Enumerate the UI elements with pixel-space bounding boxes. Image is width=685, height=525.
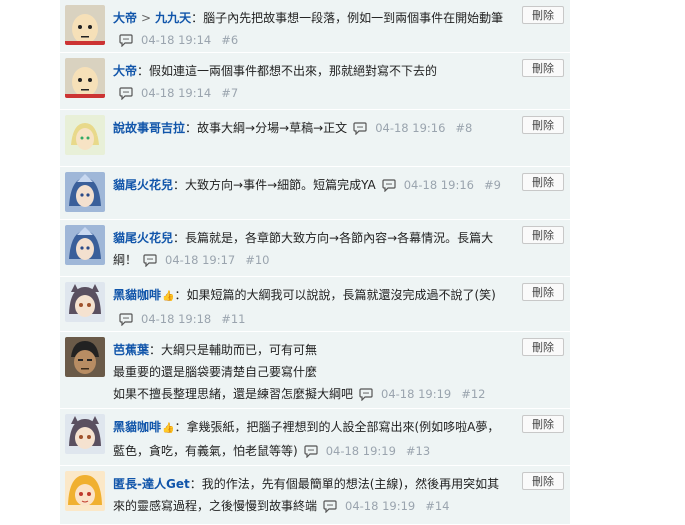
- comment-body: 黑貓咖啡👍：拿幾張紙，把腦子裡想到的人設全部寫出來(例如哆啦A夢，藍色，貪吃，有…: [113, 416, 511, 462]
- comment-item: 黑貓咖啡👍：拿幾張紙，把腦子裡想到的人設全部寫出來(例如哆啦A夢，藍色，貪吃，有…: [60, 409, 570, 466]
- comment-text: ：大致方向→事件→細節。短篇完成YA: [173, 178, 376, 192]
- avatar[interactable]: [65, 225, 105, 265]
- comment-body: 芭蕉葉：大綱只是輔助而已，可有可無 最重要的還是腦袋要清楚自己要寫什麼 如果不擅…: [113, 339, 511, 405]
- delete-button[interactable]: 刪除: [522, 116, 564, 134]
- comment-date: 04-18 19:16: [375, 121, 446, 135]
- comment-item: 說故事哥吉拉：故事大綱→分場→草稿→正文 04-18 19:16 #8 刪除: [60, 110, 570, 167]
- reply-bubble-icon[interactable]: [353, 122, 367, 135]
- comment-item: 匿長-達人Get：我的作法，先有個最簡單的想法(主線)，然後再用突如其來的靈感寫…: [60, 466, 570, 525]
- delete-button[interactable]: 刪除: [522, 173, 564, 191]
- comment-item: 貓尾火花兒：長篇就是，各章節大致方向→各節內容→各幕情況。長篇大綱！ 04-18 …: [60, 220, 570, 277]
- comment-date: 04-18 19:16: [403, 178, 474, 192]
- thumbs-up-icon: 👍: [162, 291, 175, 302]
- comment-author[interactable]: 說故事哥吉拉: [113, 121, 185, 135]
- comment-date: 04-18 19:14: [141, 33, 212, 47]
- comment-item: 大帝：假如連這一兩個事件都想不出來，那就絕對寫不下去的 04-18 19:14 #7…: [60, 53, 570, 110]
- delete-button[interactable]: 刪除: [522, 415, 564, 433]
- floor-number[interactable]: #11: [221, 312, 245, 326]
- reply-bubble-icon[interactable]: [119, 34, 133, 47]
- thumbs-up-icon: 👍: [162, 423, 175, 434]
- comment-list: 大帝 > 九九天：腦子內先把故事想一段落，例如一到兩個事件在開始動筆 04-18 1…: [60, 0, 570, 525]
- avatar[interactable]: [65, 337, 105, 377]
- comment-date: 04-18 19:19: [325, 444, 396, 458]
- delete-button[interactable]: 刪除: [522, 338, 564, 356]
- comment-date: 04-18 19:18: [141, 312, 212, 326]
- reply-bubble-icon[interactable]: [359, 388, 373, 401]
- delete-button[interactable]: 刪除: [522, 226, 564, 244]
- avatar[interactable]: [65, 282, 105, 322]
- comment-author[interactable]: 貓尾火花兒: [113, 231, 173, 245]
- comment-body: 匿長-達人Get：我的作法，先有個最簡單的想法(主線)，然後再用突如其來的靈感寫…: [113, 473, 511, 517]
- comment-date: 04-18 19:14: [141, 86, 212, 100]
- comment-text-line-3: 如果不擅長整理思緒，還是練習怎麼擬大綱吧: [113, 387, 354, 401]
- avatar[interactable]: [65, 414, 105, 454]
- avatar[interactable]: [65, 58, 105, 98]
- comment-text: ：假如連這一兩個事件都想不出來，那就絕對寫不下去的: [137, 64, 438, 78]
- comment-text: ：如果短篇的大綱我可以說說，長篇就還沒完成過不說了(笑): [174, 288, 496, 302]
- comment-item: 黑貓咖啡👍：如果短篇的大綱我可以說說，長篇就還沒完成過不說了(笑) 04-18 …: [60, 277, 570, 332]
- comment-text: ：腦子內先把故事想一段落，例如一到兩個事件在開始動筆: [191, 11, 504, 25]
- comment-body: 大帝 > 九九天：腦子內先把故事想一段落，例如一到兩個事件在開始動筆 04-18 1…: [113, 7, 511, 51]
- avatar[interactable]: [65, 5, 105, 45]
- comment-text: ：大綱只是輔助而已，可有可無: [149, 343, 318, 357]
- comment-body: 大帝：假如連這一兩個事件都想不出來，那就絕對寫不下去的 04-18 19:14 #7: [113, 60, 511, 104]
- reply-bubble-icon[interactable]: [304, 445, 318, 458]
- comment-text: ：故事大綱→分場→草稿→正文: [185, 121, 348, 135]
- comment-item: 貓尾火花兒：大致方向→事件→細節。短篇完成YA 04-18 19:16 #9 刪除: [60, 167, 570, 220]
- comment-author[interactable]: 大帝: [113, 64, 137, 78]
- reply-bubble-icon[interactable]: [143, 254, 157, 267]
- comment-body: 貓尾火花兒：長篇就是，各章節大致方向→各節內容→各幕情況。長篇大綱！ 04-18 …: [113, 227, 511, 271]
- avatar[interactable]: [65, 172, 105, 212]
- comment-item: 芭蕉葉：大綱只是輔助而已，可有可無 最重要的還是腦袋要清楚自己要寫什麼 如果不擅…: [60, 332, 570, 409]
- delete-button[interactable]: 刪除: [522, 283, 564, 301]
- delete-button[interactable]: 刪除: [522, 6, 564, 24]
- comment-author[interactable]: 匿長-達人Get: [113, 477, 190, 491]
- floor-number[interactable]: #10: [245, 253, 269, 267]
- comment-item: 大帝 > 九九天：腦子內先把故事想一段落，例如一到兩個事件在開始動筆 04-18 1…: [60, 0, 570, 53]
- reply-bubble-icon[interactable]: [119, 87, 133, 100]
- comment-date: 04-18 19:19: [345, 499, 416, 513]
- floor-number[interactable]: #12: [461, 387, 485, 401]
- avatar[interactable]: [65, 471, 105, 511]
- delete-button[interactable]: 刪除: [522, 472, 564, 490]
- floor-number[interactable]: #6: [221, 33, 238, 47]
- comment-text-line-2: 最重要的還是腦袋要清楚自己要寫什麼: [113, 365, 318, 379]
- comment-date: 04-18 19:19: [381, 387, 452, 401]
- floor-number[interactable]: #13: [406, 444, 430, 458]
- floor-number[interactable]: #14: [425, 499, 449, 513]
- avatar[interactable]: [65, 115, 105, 155]
- reply-bubble-icon[interactable]: [119, 313, 133, 326]
- comment-author[interactable]: 貓尾火花兒: [113, 178, 173, 192]
- comment-date: 04-18 19:17: [165, 253, 236, 267]
- reply-bubble-icon[interactable]: [382, 179, 396, 192]
- comment-author[interactable]: 黑貓咖啡: [113, 420, 161, 434]
- comment-body: 貓尾火花兒：大致方向→事件→細節。短篇完成YA 04-18 19:16 #9: [113, 174, 511, 196]
- comment-author[interactable]: 大帝: [113, 11, 137, 25]
- floor-number[interactable]: #9: [484, 178, 501, 192]
- floor-number[interactable]: #7: [221, 86, 238, 100]
- comment-author[interactable]: 黑貓咖啡: [113, 288, 161, 302]
- reply-arrow: >: [141, 11, 152, 25]
- delete-button[interactable]: 刪除: [522, 59, 564, 77]
- comment-author[interactable]: 芭蕉葉: [113, 343, 149, 357]
- comment-body: 說故事哥吉拉：故事大綱→分場→草稿→正文 04-18 19:16 #8: [113, 117, 511, 139]
- reply-target[interactable]: 九九天: [155, 11, 191, 25]
- reply-bubble-icon[interactable]: [323, 500, 337, 513]
- comment-body: 黑貓咖啡👍：如果短篇的大綱我可以說說，長篇就還沒完成過不說了(笑) 04-18 …: [113, 284, 511, 330]
- floor-number[interactable]: #8: [455, 121, 472, 135]
